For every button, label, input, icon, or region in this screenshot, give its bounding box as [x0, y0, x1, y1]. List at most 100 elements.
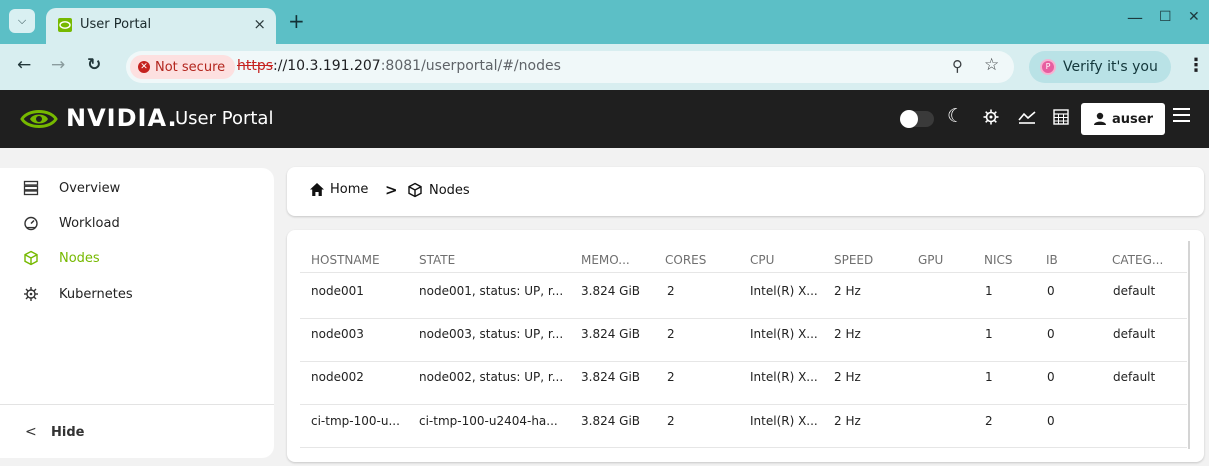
helm-settings-icon[interactable]: [983, 109, 999, 125]
cell-speed: 2 Hz: [834, 284, 861, 298]
forward-arrow-icon[interactable]: →: [51, 55, 65, 75]
cell-ib: 0: [1047, 284, 1055, 298]
column-header-cores[interactable]: CORES: [665, 253, 706, 267]
column-header-nics[interactable]: NICS: [984, 253, 1013, 267]
bookmark-star-icon[interactable]: ☆: [984, 55, 999, 75]
table-scrollbar[interactable]: [1188, 241, 1190, 449]
minimize-button[interactable]: —: [1127, 8, 1143, 27]
breadcrumb-home-label: Home: [330, 182, 369, 197]
sidebar-item-kubernetes[interactable]: Kubernetes: [0, 279, 274, 309]
breadcrumb: Home > Nodes: [287, 167, 1204, 216]
cell-hostname: node002: [311, 370, 364, 384]
cell-category: default: [1113, 327, 1156, 341]
cell-speed: 2 Hz: [834, 414, 861, 428]
brand-wordmark[interactable]: NVIDIA.: [66, 104, 178, 132]
cell-nics: 2: [985, 414, 993, 428]
cell-hostname: node001: [311, 284, 364, 298]
sidebar: Overview Workload Nodes Kubernetes < Hid…: [0, 168, 274, 458]
url-text[interactable]: https://10.3.191.207:8081/userportal/#/n…: [237, 58, 561, 74]
not-secure-chip[interactable]: ✕ Not secure: [130, 55, 236, 79]
browser-tab-strip: ⌵ User Portal × + — ☐ ✕: [0, 0, 1209, 44]
user-name: auser: [1112, 111, 1153, 127]
user-menu-button[interactable]: auser: [1081, 103, 1165, 135]
browser-menu-icon[interactable]: ⋮: [1187, 55, 1205, 76]
user-icon: [1094, 112, 1106, 125]
url-path: :8081/userportal/#/nodes: [380, 58, 561, 74]
cell-state: node001, status: UP, r...: [419, 284, 564, 298]
row-divider: [300, 404, 1187, 405]
cell-state: node002, status: UP, r...: [419, 370, 564, 384]
cell-cores: 2: [667, 327, 675, 341]
reload-icon[interactable]: ↻: [87, 55, 101, 75]
tab-search-button[interactable]: ⌵: [9, 9, 35, 33]
cell-category: default: [1113, 284, 1156, 298]
back-arrow-icon[interactable]: ←: [17, 55, 31, 75]
nvidia-logo-icon[interactable]: [20, 107, 58, 131]
maximize-button[interactable]: ☐: [1159, 9, 1172, 25]
zoom-icon[interactable]: ⚲: [952, 57, 963, 75]
window-close-button[interactable]: ✕: [1188, 9, 1200, 25]
toggle-knob: [900, 110, 918, 128]
column-header-speed[interactable]: SPEED: [834, 253, 873, 267]
cell-cpu: Intel(R) X...: [750, 370, 818, 384]
cell-cores: 2: [667, 370, 675, 384]
cell-memory: 3.824 GiB: [581, 284, 641, 298]
breadcrumb-current-label: Nodes: [429, 182, 470, 198]
cell-speed: 2 Hz: [834, 370, 861, 384]
nvidia-favicon-icon: [58, 18, 72, 32]
cell-hostname: ci-tmp-100-u...: [311, 414, 400, 428]
address-bar[interactable]: ✕ Not secure https://10.3.191.207:8081/u…: [126, 51, 1014, 83]
browser-tab-user-portal[interactable]: User Portal ×: [46, 8, 276, 44]
chart-line-icon[interactable]: [1018, 110, 1036, 124]
sidebar-item-label: Nodes: [59, 250, 100, 266]
chevron-left-icon: <: [25, 424, 37, 440]
cell-state: node003, status: UP, r...: [419, 327, 564, 341]
cell-cores: 2: [667, 284, 675, 298]
calculator-icon[interactable]: [1053, 109, 1069, 125]
sidebar-item-overview[interactable]: Overview: [0, 173, 274, 203]
column-header-category[interactable]: CATEG...: [1112, 253, 1163, 267]
cell-cores: 2: [667, 414, 675, 428]
sidebar-item-workload[interactable]: Workload: [0, 208, 274, 238]
sidebar-divider: [0, 404, 274, 405]
cell-memory: 3.824 GiB: [581, 414, 641, 428]
url-host: ://10.3.191.207: [273, 58, 381, 74]
app-header: NVIDIA. User Portal ☾ auser: [0, 90, 1209, 148]
column-header-cpu[interactable]: CPU: [750, 253, 774, 267]
row-divider: [300, 318, 1187, 319]
cube-icon: [24, 250, 38, 266]
sidebar-item-label: Overview: [59, 180, 121, 196]
cell-nics: 1: [985, 327, 993, 341]
moon-icon[interactable]: ☾: [947, 105, 964, 127]
column-header-memory[interactable]: MEMO...: [581, 253, 630, 267]
column-header-ib[interactable]: IB: [1046, 253, 1058, 267]
cell-hostname: node003: [311, 327, 364, 341]
home-icon: [310, 183, 324, 196]
column-header-hostname[interactable]: HOSTNAME: [311, 253, 380, 267]
url-scheme: https: [237, 58, 274, 74]
new-tab-button[interactable]: +: [288, 9, 305, 33]
gauge-icon: [24, 216, 38, 231]
chevron-down-icon: ⌵: [17, 14, 27, 27]
verify-label: Verify it's you: [1063, 59, 1158, 75]
hide-sidebar-button[interactable]: < Hide: [0, 418, 274, 448]
breadcrumb-nodes: Nodes: [407, 182, 470, 198]
verify-identity-button[interactable]: P Verify it's you: [1029, 51, 1171, 83]
breadcrumb-home[interactable]: Home: [309, 182, 368, 197]
helm-icon: [24, 287, 38, 301]
server-icon: [23, 180, 39, 196]
tab-close-button[interactable]: ×: [253, 15, 266, 33]
chevron-right-icon: >: [385, 181, 398, 199]
header-divider: [300, 272, 1187, 273]
cell-category: default: [1113, 370, 1156, 384]
column-header-gpu[interactable]: GPU: [918, 253, 943, 267]
not-secure-label: Not secure: [155, 59, 226, 75]
column-header-state[interactable]: STATE: [419, 253, 455, 267]
profile-icon: P: [1040, 59, 1056, 75]
hamburger-menu-icon[interactable]: [1173, 108, 1190, 122]
browser-toolbar: ← → ↻ ✕ Not secure https://10.3.191.207:…: [0, 44, 1209, 90]
cube-icon: [408, 182, 422, 198]
sidebar-item-label: Kubernetes: [59, 286, 133, 302]
sidebar-item-nodes[interactable]: Nodes: [0, 243, 274, 273]
theme-toggle[interactable]: [900, 110, 934, 128]
